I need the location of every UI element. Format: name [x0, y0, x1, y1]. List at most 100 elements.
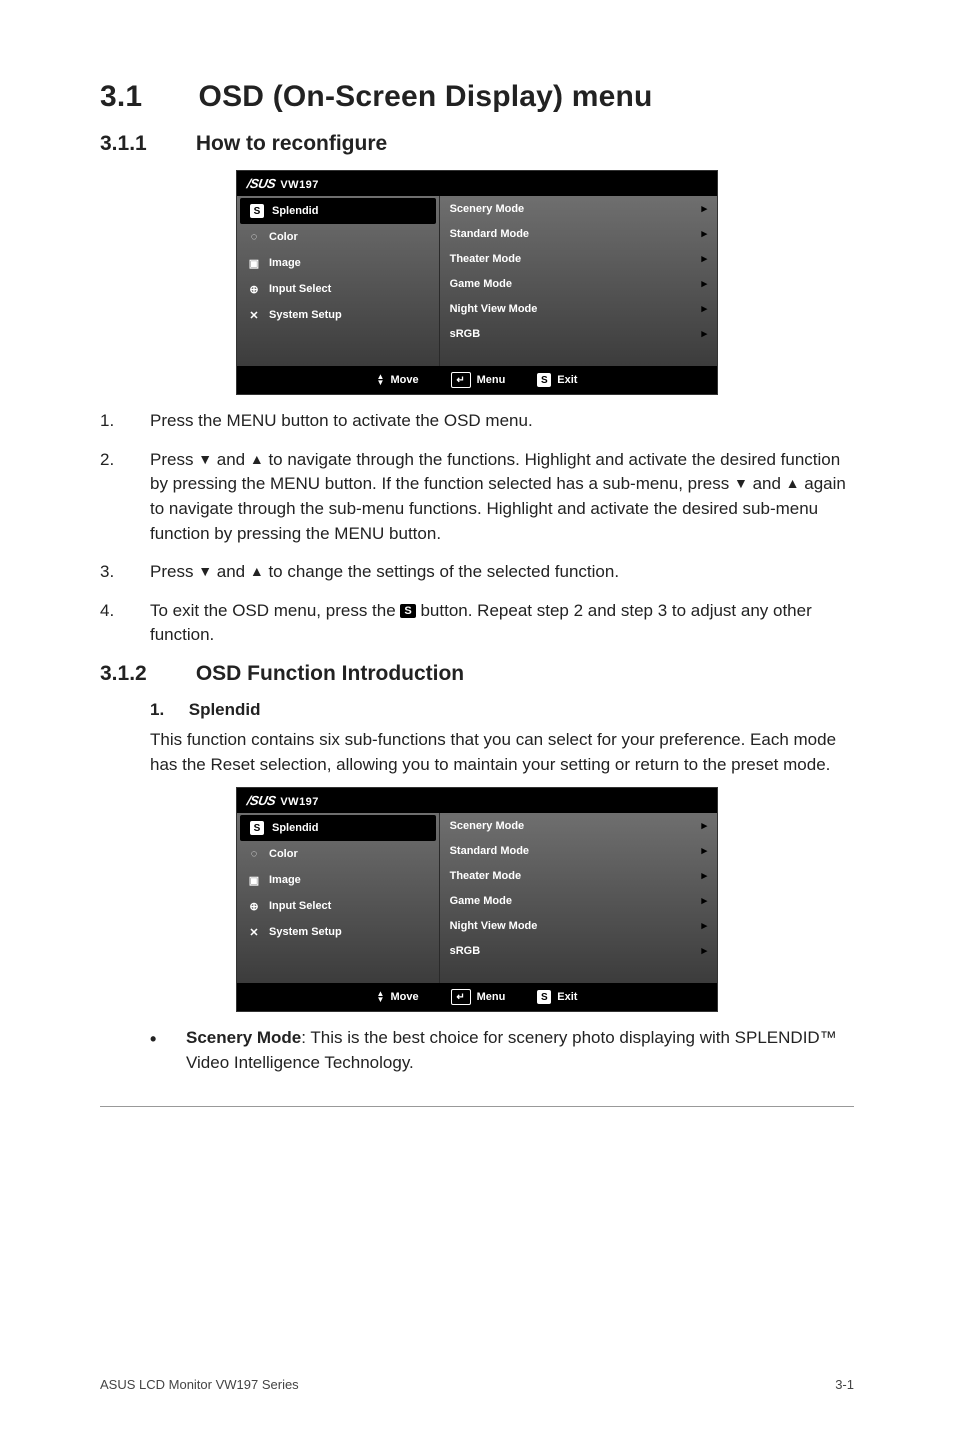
- step-text: Press the MENU button to activate the OS…: [150, 409, 854, 434]
- updown-icon: ▲▼: [377, 374, 385, 386]
- step-number: 3.: [100, 560, 150, 585]
- chevron-right-icon: ▸: [701, 919, 707, 932]
- osd-item-label: Image: [269, 874, 301, 886]
- step-number: 4.: [100, 599, 150, 648]
- step-list: 1. Press the MENU button to activate the…: [100, 409, 854, 648]
- osd-mode-label: sRGB: [450, 945, 481, 957]
- subsection-number: 3.1.2: [100, 662, 190, 686]
- osd-mode-label: Theater Mode: [450, 870, 522, 882]
- bullet-text: Scenery Mode: This is the best choice fo…: [186, 1026, 854, 1075]
- osd-item-input-select[interactable]: ⊕ Input Select: [237, 893, 439, 919]
- osd-mode-label: Night View Mode: [450, 920, 538, 932]
- osd-hint-menu: ↵ Menu: [451, 989, 506, 1005]
- osd-mode-theater[interactable]: Theater Mode ▸: [440, 246, 717, 271]
- chevron-right-icon: ▸: [701, 277, 707, 290]
- osd-item-splendid[interactable]: S Splendid: [240, 815, 436, 841]
- osd-mode-night[interactable]: Night View Mode ▸: [440, 913, 717, 938]
- bullet-label: Scenery Mode: [186, 1028, 301, 1047]
- osd-mode-game[interactable]: Game Mode ▸: [440, 271, 717, 296]
- chevron-right-icon: ▸: [701, 327, 707, 340]
- s-key-icon: S: [537, 990, 551, 1004]
- osd-item-system-setup[interactable]: ✕ System Setup: [237, 302, 439, 328]
- osd-item-label: Splendid: [272, 822, 318, 834]
- osd-mode-label: Scenery Mode: [450, 820, 525, 832]
- osd-mode-label: sRGB: [450, 328, 481, 340]
- asus-logo: /SUS: [246, 793, 277, 808]
- osd-hint-label: Menu: [477, 374, 506, 386]
- osd-item-label: Input Select: [269, 283, 331, 295]
- enter-icon: ↵: [451, 372, 471, 388]
- osd-left-menu: S Splendid ◌ Color ▣ Image ⊕ Input Selec…: [237, 813, 440, 983]
- s-key-icon: S: [537, 373, 551, 387]
- updown-icon: ▲▼: [377, 991, 385, 1003]
- item-index: 1.: [150, 700, 184, 720]
- down-triangle-icon: ▼: [198, 452, 212, 466]
- section-title-text: OSD (On-Screen Display) menu: [199, 80, 653, 113]
- osd-item-color[interactable]: ◌ Color: [237, 841, 439, 867]
- asus-logo: /SUS: [246, 176, 277, 191]
- chevron-right-icon: ▸: [701, 227, 707, 240]
- osd-mode-label: Standard Mode: [450, 845, 529, 857]
- osd-mode-scenery[interactable]: Scenery Mode ▸: [440, 813, 717, 838]
- item-title: Splendid: [189, 700, 261, 719]
- chevron-right-icon: ▸: [701, 252, 707, 265]
- step-number: 1.: [100, 409, 150, 434]
- image-icon: ▣: [247, 873, 261, 887]
- subsection-heading: 3.1.2 OSD Function Introduction: [100, 662, 854, 686]
- splendid-heading: 1. Splendid: [150, 700, 854, 720]
- setup-icon: ✕: [247, 308, 261, 322]
- footer-left: ASUS LCD Monitor VW197 Series: [100, 1377, 299, 1392]
- color-icon: ◌: [247, 230, 261, 244]
- osd-mode-label: Night View Mode: [450, 303, 538, 315]
- osd-model: VW197: [280, 796, 319, 808]
- setup-icon: ✕: [247, 925, 261, 939]
- chevron-right-icon: ▸: [701, 819, 707, 832]
- osd-hint-exit: S Exit: [537, 990, 577, 1004]
- osd-panel: /SUS VW197 S Splendid ◌ Color ▣ Image ⊕: [236, 787, 718, 1012]
- bullet-dot-icon: •: [150, 1026, 168, 1075]
- osd-left-menu: S Splendid ◌ Color ▣ Image ⊕ Input Selec…: [237, 196, 440, 366]
- osd-mode-srgb[interactable]: sRGB ▸: [440, 938, 717, 963]
- osd-item-image[interactable]: ▣ Image: [237, 867, 439, 893]
- up-triangle-icon: ▲: [786, 476, 800, 490]
- osd-titlebar: /SUS VW197: [237, 788, 717, 813]
- osd-item-label: Image: [269, 257, 301, 269]
- osd-item-system-setup[interactable]: ✕ System Setup: [237, 919, 439, 945]
- osd-mode-standard[interactable]: Standard Mode ▸: [440, 838, 717, 863]
- chevron-right-icon: ▸: [701, 202, 707, 215]
- image-icon: ▣: [247, 256, 261, 270]
- osd-panel: /SUS VW197 S Splendid ◌ Color ▣ Image ⊕: [236, 170, 718, 395]
- osd-hint-exit: S Exit: [537, 373, 577, 387]
- bullet-list: • Scenery Mode: This is the best choice …: [150, 1026, 854, 1075]
- osd-item-label: System Setup: [269, 926, 342, 938]
- osd-hint-menu: ↵ Menu: [451, 372, 506, 388]
- osd-item-image[interactable]: ▣ Image: [237, 250, 439, 276]
- osd-item-color[interactable]: ◌ Color: [237, 224, 439, 250]
- osd-model: VW197: [280, 179, 319, 191]
- bullet-scenery: • Scenery Mode: This is the best choice …: [150, 1026, 854, 1075]
- osd-mode-theater[interactable]: Theater Mode ▸: [440, 863, 717, 888]
- osd-mode-night[interactable]: Night View Mode ▸: [440, 296, 717, 321]
- osd-mode-standard[interactable]: Standard Mode ▸: [440, 221, 717, 246]
- osd-hint-label: Move: [390, 374, 418, 386]
- subsection-title-text: How to reconfigure: [196, 132, 387, 155]
- osd-hint-label: Exit: [557, 374, 577, 386]
- chevron-right-icon: ▸: [701, 844, 707, 857]
- osd-item-label: Color: [269, 848, 298, 860]
- up-triangle-icon: ▲: [250, 452, 264, 466]
- section-number: 3.1: [100, 80, 190, 114]
- osd-item-input-select[interactable]: ⊕ Input Select: [237, 276, 439, 302]
- footer-right: 3-1: [835, 1377, 854, 1392]
- osd-mode-srgb[interactable]: sRGB ▸: [440, 321, 717, 346]
- splendid-description: This function contains six sub-functions…: [150, 728, 854, 777]
- chevron-right-icon: ▸: [701, 869, 707, 882]
- splendid-icon: S: [250, 821, 264, 835]
- s-button-icon: S: [400, 604, 415, 618]
- step-4: 4. To exit the OSD menu, press the S but…: [100, 599, 854, 648]
- osd-footer: ▲▼ Move ↵ Menu S Exit: [237, 983, 717, 1011]
- osd-hint-label: Exit: [557, 991, 577, 1003]
- osd-item-label: Color: [269, 231, 298, 243]
- osd-mode-scenery[interactable]: Scenery Mode ▸: [440, 196, 717, 221]
- osd-mode-game[interactable]: Game Mode ▸: [440, 888, 717, 913]
- osd-item-splendid[interactable]: S Splendid: [240, 198, 436, 224]
